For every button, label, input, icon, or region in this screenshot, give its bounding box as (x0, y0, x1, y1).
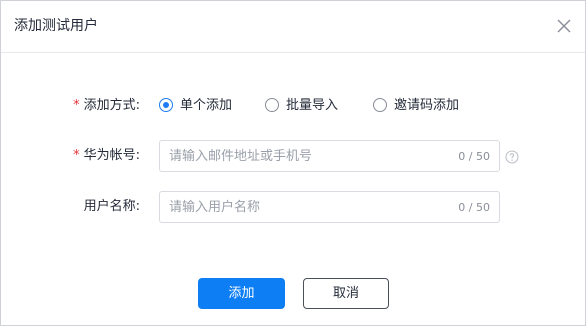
username-char-counter: 0 / 50 (458, 201, 490, 214)
account-placeholder: 请输入邮件地址或手机号 (169, 149, 313, 164)
username-placeholder: 请输入用户名称 (169, 200, 261, 215)
username-input[interactable]: 请输入用户名称 0 / 50 (159, 191, 500, 223)
required-mark: * (73, 148, 80, 163)
radio-circle[interactable] (373, 98, 387, 112)
radio-label: 邀请码添加 (394, 98, 460, 113)
add-button[interactable]: 添加 (198, 278, 285, 309)
dialog-header: 添加测试用户 (1, 1, 585, 53)
username-label: 用户名称: (83, 199, 140, 214)
radio-label: 批量导入 (286, 98, 339, 113)
cancel-button[interactable]: 取消 (303, 278, 389, 309)
dialog-title: 添加测试用户 (14, 18, 98, 34)
radio-label: 单个添加 (180, 98, 233, 113)
required-mark: * (73, 98, 80, 113)
account-label: * 华为帐号: (73, 148, 140, 163)
add-test-user-dialog: 添加测试用户 * 添加方式: 单个添加 批量导入 邀请码添加 * 华为帐号: 请… (0, 0, 586, 326)
radio-circle-checked[interactable] (159, 98, 173, 112)
account-char-counter: 0 / 50 (458, 150, 490, 163)
radio-circle[interactable] (265, 98, 279, 112)
close-icon[interactable] (555, 17, 573, 35)
question-circle-icon[interactable] (505, 149, 519, 164)
method-label: * 添加方式: (73, 98, 140, 113)
account-input[interactable]: 请输入邮件地址或手机号 0 / 50 (159, 140, 500, 172)
